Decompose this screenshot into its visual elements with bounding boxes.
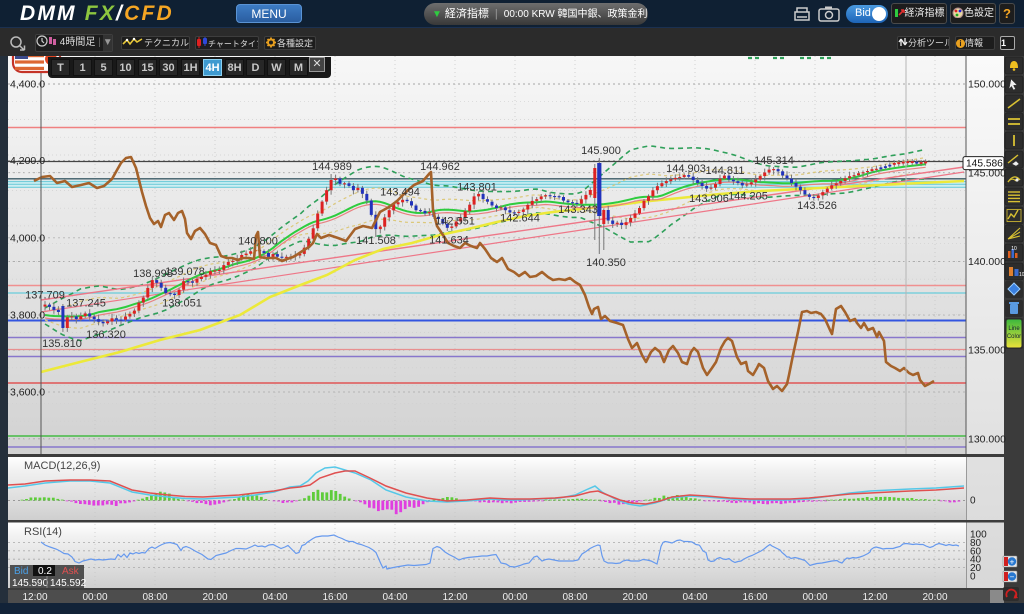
svg-text:144.811: 144.811 bbox=[706, 165, 745, 177]
svg-text:144.962: 144.962 bbox=[420, 161, 460, 173]
svg-text:20:00: 20:00 bbox=[202, 592, 227, 603]
svg-text:00:00: 00:00 bbox=[502, 592, 527, 603]
svg-text:3,800.0: 3,800.0 bbox=[10, 310, 45, 322]
svg-text:+: + bbox=[1010, 557, 1015, 566]
svg-text:137.709: 137.709 bbox=[25, 290, 65, 302]
svg-text:140.000: 140.000 bbox=[968, 256, 1006, 268]
svg-text:145.586: 145.586 bbox=[966, 158, 1003, 169]
svg-text:12:00: 12:00 bbox=[22, 592, 47, 603]
svg-text:138.051: 138.051 bbox=[162, 298, 202, 310]
svg-text:04:00: 04:00 bbox=[682, 592, 707, 603]
svg-text:142.551: 142.551 bbox=[435, 216, 475, 228]
svg-text:142.644: 142.644 bbox=[500, 213, 540, 225]
svg-text:130.000: 130.000 bbox=[968, 434, 1006, 446]
svg-text:135.000: 135.000 bbox=[968, 345, 1006, 357]
svg-text:143.494: 143.494 bbox=[380, 187, 420, 199]
svg-text:08:00: 08:00 bbox=[562, 592, 587, 603]
svg-text:12:00: 12:00 bbox=[442, 592, 467, 603]
svg-text:4,200.0: 4,200.0 bbox=[10, 155, 45, 167]
svg-text:145.314: 145.314 bbox=[754, 155, 794, 167]
svg-text:143.343: 143.343 bbox=[558, 204, 598, 216]
svg-text:4,400.0: 4,400.0 bbox=[10, 79, 45, 91]
svg-text:10: 10 bbox=[1019, 272, 1024, 278]
svg-text:135.810: 135.810 bbox=[42, 338, 82, 350]
svg-text:3,600.0: 3,600.0 bbox=[10, 387, 45, 399]
svg-text:144.903: 144.903 bbox=[666, 163, 706, 175]
svg-text:0: 0 bbox=[970, 496, 976, 507]
svg-text:150.000: 150.000 bbox=[968, 79, 1006, 91]
svg-text:16:00: 16:00 bbox=[742, 592, 767, 603]
svg-text:10: 10 bbox=[1011, 246, 1017, 252]
svg-text:MACD(12,26,9): MACD(12,26,9) bbox=[24, 460, 100, 472]
svg-text:0: 0 bbox=[970, 572, 976, 583]
svg-text:144.989: 144.989 bbox=[312, 161, 352, 173]
svg-text:141.508: 141.508 bbox=[356, 235, 396, 247]
svg-text:4,000.0: 4,000.0 bbox=[10, 232, 45, 244]
svg-text:12:00: 12:00 bbox=[862, 592, 887, 603]
svg-text:04:00: 04:00 bbox=[382, 592, 407, 603]
svg-text:20:00: 20:00 bbox=[922, 592, 947, 603]
svg-text:00:00: 00:00 bbox=[802, 592, 827, 603]
svg-text:140.800: 140.800 bbox=[238, 236, 278, 248]
svg-text:145.900: 145.900 bbox=[581, 145, 621, 157]
svg-text:Color: Color bbox=[1007, 334, 1021, 340]
svg-text:137.245: 137.245 bbox=[66, 298, 106, 310]
svg-text:0.2: 0.2 bbox=[38, 566, 52, 577]
svg-text:145.592: 145.592 bbox=[50, 578, 87, 589]
svg-text:20:00: 20:00 bbox=[622, 592, 647, 603]
svg-text:Bid: Bid bbox=[14, 566, 28, 577]
svg-text:143.526: 143.526 bbox=[797, 200, 837, 212]
svg-text:141.634: 141.634 bbox=[429, 235, 469, 247]
svg-text:04:00: 04:00 bbox=[262, 592, 287, 603]
svg-text:143.801: 143.801 bbox=[457, 182, 497, 194]
svg-text:136.320: 136.320 bbox=[86, 329, 126, 341]
svg-text:RSI(14): RSI(14) bbox=[24, 526, 62, 538]
svg-text:08:00: 08:00 bbox=[142, 592, 167, 603]
svg-text:16:00: 16:00 bbox=[322, 592, 347, 603]
svg-text:144.205: 144.205 bbox=[728, 191, 768, 203]
svg-text:139.078: 139.078 bbox=[165, 266, 205, 278]
svg-text:145.590: 145.590 bbox=[12, 578, 49, 589]
svg-text:Ask: Ask bbox=[62, 566, 80, 577]
svg-text:143.906: 143.906 bbox=[689, 193, 729, 205]
svg-text:Line: Line bbox=[1008, 326, 1020, 332]
svg-text:140.350: 140.350 bbox=[586, 257, 626, 269]
svg-text:00:00: 00:00 bbox=[82, 592, 107, 603]
svg-text:−: − bbox=[1010, 572, 1015, 581]
